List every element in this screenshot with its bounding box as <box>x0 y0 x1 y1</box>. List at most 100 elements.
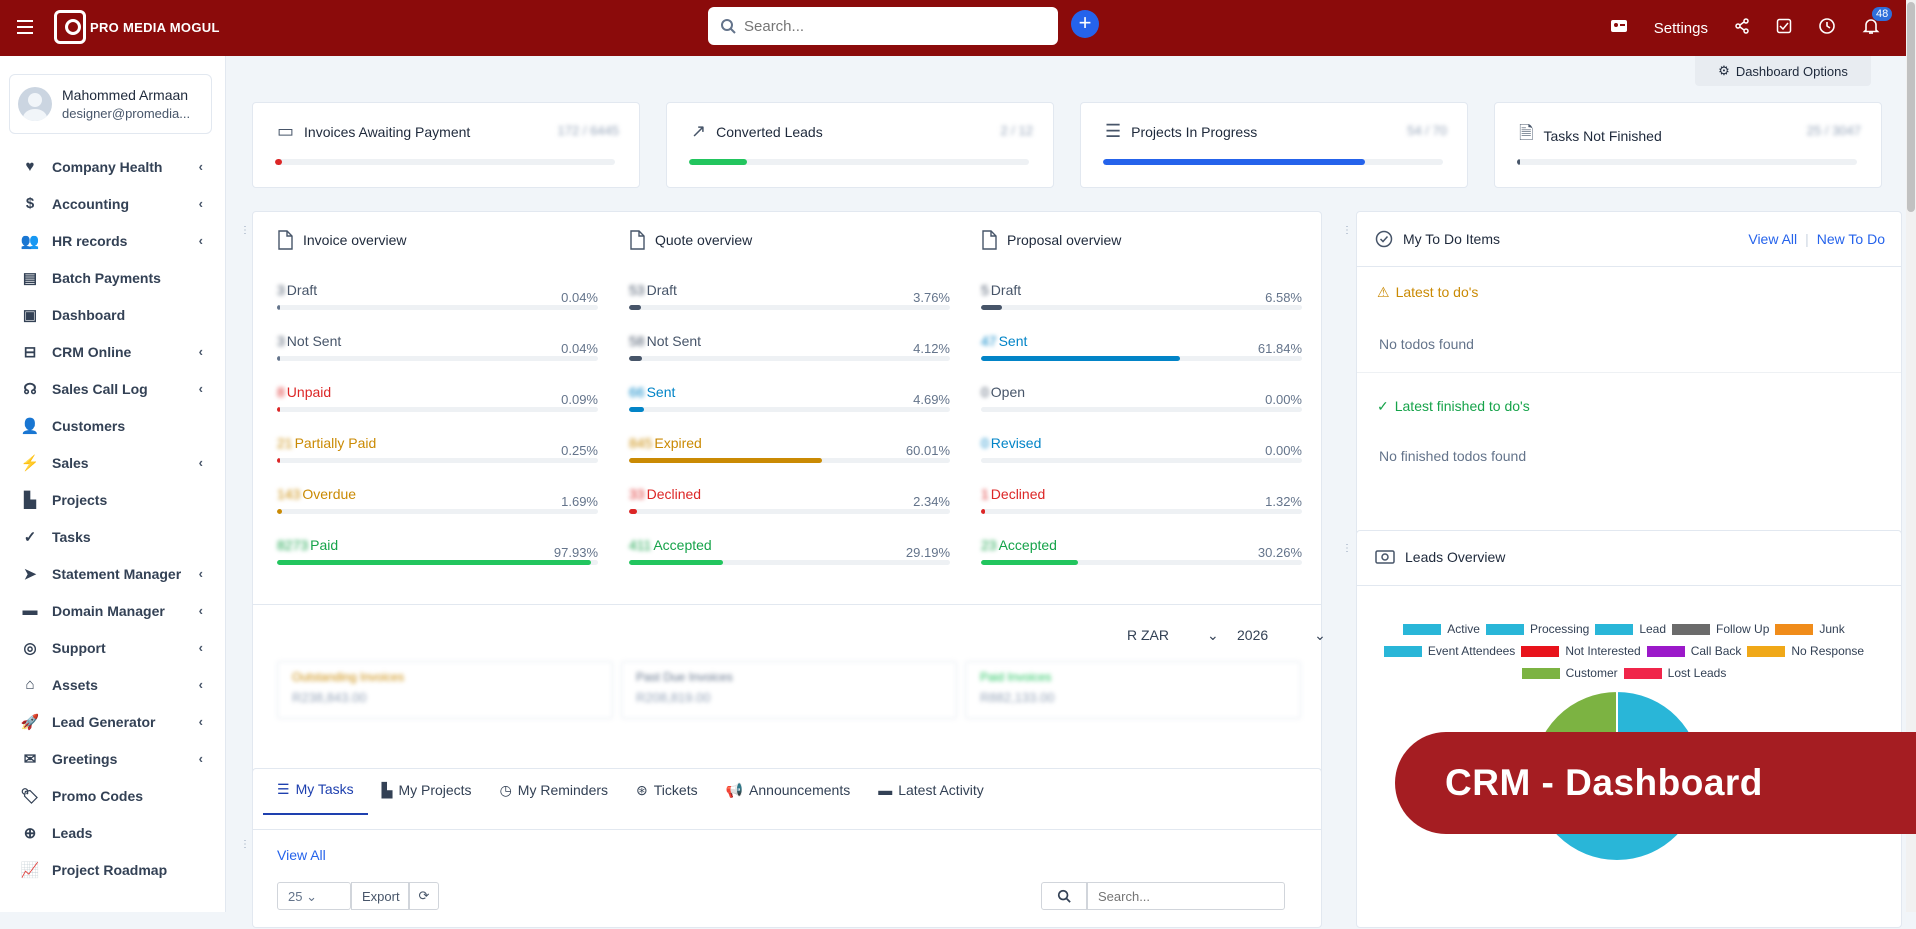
checkbox-icon[interactable] <box>1776 18 1792 38</box>
overview-row[interactable]: 66 Sent 4.69% <box>629 378 950 428</box>
chevron-left-icon[interactable]: ‹ <box>199 455 203 470</box>
overview-row-percent: 60.01% <box>905 443 950 458</box>
chevron-left-icon[interactable]: ‹ <box>199 714 203 729</box>
tab-announcements[interactable]: 📢 Announcements <box>712 779 865 815</box>
share-icon[interactable] <box>1734 18 1750 38</box>
sidebar-item-tasks[interactable]: ✓ Tasks <box>0 518 225 555</box>
overview-row[interactable]: 23 Accepted 30.26% <box>981 531 1302 581</box>
tab-label: My Reminders <box>517 782 609 798</box>
table-search-input[interactable] <box>1087 882 1285 910</box>
overview-row[interactable]: 3 Not Sent 0.04% <box>277 327 598 377</box>
overview-row[interactable]: 21 Partially Paid 0.25% <box>277 429 598 479</box>
year-select[interactable]: 2026 ⌄ <box>1237 627 1326 644</box>
sidebar-item-batch-payments[interactable]: ▤ Batch Payments <box>0 259 225 296</box>
dashboard-options-button[interactable]: ⚙ Dashboard Options <box>1695 56 1871 86</box>
hamburger-menu-icon[interactable] <box>14 16 36 38</box>
sidebar-item-sales-call-log[interactable]: ☊ Sales Call Log ‹ <box>0 370 225 407</box>
users-icon: 👥 <box>20 232 40 250</box>
sidebar-item-dashboard[interactable]: ▣ Dashboard <box>0 296 225 333</box>
stat-card[interactable]: ☰ Projects In Progress 54 / 70 <box>1080 102 1468 188</box>
sidebar-item-label: Greetings <box>52 750 118 767</box>
overview-row[interactable]: 1 Declined 1.32% <box>981 480 1302 530</box>
sidebar-item-greetings[interactable]: ✉ Greetings ‹ <box>0 740 225 777</box>
overview-row[interactable]: 58 Not Sent 4.12% <box>629 327 950 377</box>
brand-logo[interactable]: PRO MEDIA MOGUL <box>54 10 220 44</box>
overview-row[interactable]: 53 Draft 3.76% <box>629 276 950 326</box>
settings-link[interactable]: Settings <box>1654 20 1708 37</box>
sidebar-item-projects[interactable]: ▙ Projects <box>0 481 225 518</box>
chevron-left-icon[interactable]: ‹ <box>199 196 203 211</box>
chevron-left-icon[interactable]: ‹ <box>199 344 203 359</box>
scrollbar-thumb[interactable] <box>1907 2 1915 212</box>
tab-latest-activity[interactable]: ▬ Latest Activity <box>864 779 998 815</box>
overview-row[interactable]: 5 Draft 6.58% <box>981 276 1302 326</box>
stat-card[interactable]: 🗎 Tasks Not Finished 25 / 3047 <box>1494 102 1882 188</box>
tab-my-reminders[interactable]: ◷ My Reminders <box>486 779 622 815</box>
id-card-icon[interactable] <box>1610 19 1628 37</box>
sidebar-item-sales[interactable]: ⚡ Sales ‹ <box>0 444 225 481</box>
chevron-left-icon[interactable]: ‹ <box>199 233 203 248</box>
global-search[interactable] <box>708 7 1058 45</box>
overview-row[interactable]: 845 Expired 60.01% <box>629 429 950 479</box>
drag-handle-icon[interactable]: ⋮⋮ <box>240 840 260 856</box>
clock-icon[interactable] <box>1818 17 1836 39</box>
tasks-view-all-link[interactable]: View All <box>277 847 326 863</box>
overview-row[interactable]: 143 Overdue 1.69% <box>277 480 598 530</box>
tab-my-projects[interactable]: ▙ My Projects <box>368 779 486 815</box>
overview-row[interactable]: 8273 Paid 97.93% <box>277 531 598 581</box>
overview-row[interactable]: 33 Declined 2.34% <box>629 480 950 530</box>
sidebar-item-hr-records[interactable]: 👥 HR records ‹ <box>0 222 225 259</box>
stat-card[interactable]: ▭ Invoices Awaiting Payment 172 / 6445 <box>252 102 640 188</box>
drag-handle-icon[interactable]: ⋮⋮ <box>1342 226 1362 242</box>
sidebar-item-support[interactable]: ◎ Support ‹ <box>0 629 225 666</box>
sidebar-item-label: Tasks <box>52 528 91 545</box>
overview-row[interactable]: 0 Revised 0.00% <box>981 429 1302 479</box>
currency-select[interactable]: R ZAR ⌄ <box>1127 627 1219 644</box>
chevron-left-icon[interactable]: ‹ <box>199 751 203 766</box>
refresh-icon[interactable]: ⟳ <box>409 882 439 910</box>
overview-row-label: 411 Accepted <box>629 537 712 553</box>
chevron-left-icon[interactable]: ‹ <box>199 603 203 618</box>
overview-row[interactable]: 411 Accepted 29.19% <box>629 531 950 581</box>
chevron-left-icon[interactable]: ‹ <box>199 566 203 581</box>
sidebar-item-accounting[interactable]: $ Accounting ‹ <box>0 185 225 222</box>
sidebar-item-lead-generator[interactable]: 🚀 Lead Generator ‹ <box>0 703 225 740</box>
quick-add-button[interactable]: + <box>1071 10 1099 38</box>
sidebar-item-customers[interactable]: 👤 Customers <box>0 407 225 444</box>
chevron-left-icon[interactable]: ‹ <box>199 677 203 692</box>
chevron-left-icon[interactable]: ‹ <box>199 159 203 174</box>
table-search-icon[interactable] <box>1041 882 1087 910</box>
export-button[interactable]: Export <box>351 882 409 910</box>
chevron-left-icon[interactable]: ‹ <box>199 381 203 396</box>
drag-handle-icon[interactable]: ⋮⋮ <box>240 226 260 242</box>
tab-my-tasks[interactable]: ☰ My Tasks <box>263 779 368 815</box>
user-profile-card[interactable]: Mahommed Armaan designer@promedia... <box>9 74 212 134</box>
chevron-left-icon[interactable]: ‹ <box>199 640 203 655</box>
overview-row-status: Open <box>990 384 1026 400</box>
sidebar-item-leads[interactable]: ⊕ Leads <box>0 814 225 851</box>
overview-row-label: 3 Not Sent <box>277 333 341 349</box>
search-input[interactable] <box>744 17 1034 35</box>
overview-row[interactable]: 3 Draft 0.04% <box>277 276 598 326</box>
todo-view-all-link[interactable]: View All <box>1748 231 1797 247</box>
drag-handle-icon[interactable]: ⋮⋮ <box>1342 544 1362 560</box>
heartbeat-icon: ♥ <box>25 158 35 175</box>
overview-row[interactable]: 47 Sent 61.84% <box>981 327 1302 377</box>
stat-card[interactable]: ↗ Converted Leads 2 / 12 <box>666 102 1054 188</box>
sidebar-item-promo-codes[interactable]: 🏷 Promo Codes <box>0 777 225 814</box>
new-todo-link[interactable]: New To Do <box>1817 231 1885 247</box>
page-size-select[interactable]: 25 ⌄ <box>277 882 351 910</box>
overview-row[interactable]: 8 Unpaid 0.09% <box>277 378 598 428</box>
lifebuoy-icon: ⊛ <box>636 781 648 798</box>
sidebar-item-crm-online[interactable]: ⊟ CRM Online ‹ <box>0 333 225 370</box>
sidebar-item-project-roadmap[interactable]: 📈 Project Roadmap <box>0 851 225 888</box>
overview-row[interactable]: 0 Open 0.00% <box>981 378 1302 428</box>
tab-tickets[interactable]: ⊛ Tickets <box>622 779 712 815</box>
stat-value: 2 / 12 <box>1000 123 1033 138</box>
notifications-bell-icon[interactable]: 48 <box>1862 7 1893 39</box>
sidebar-item-assets[interactable]: ⌂ Assets ‹ <box>0 666 225 703</box>
overview-row-percent: 2.34% <box>913 494 950 509</box>
sidebar-item-domain-manager[interactable]: ▬ Domain Manager ‹ <box>0 592 225 629</box>
sidebar-item-statement-manager[interactable]: ➤ Statement Manager ‹ <box>0 555 225 592</box>
sidebar-item-company-health[interactable]: ♥ Company Health ‹ <box>0 148 225 185</box>
